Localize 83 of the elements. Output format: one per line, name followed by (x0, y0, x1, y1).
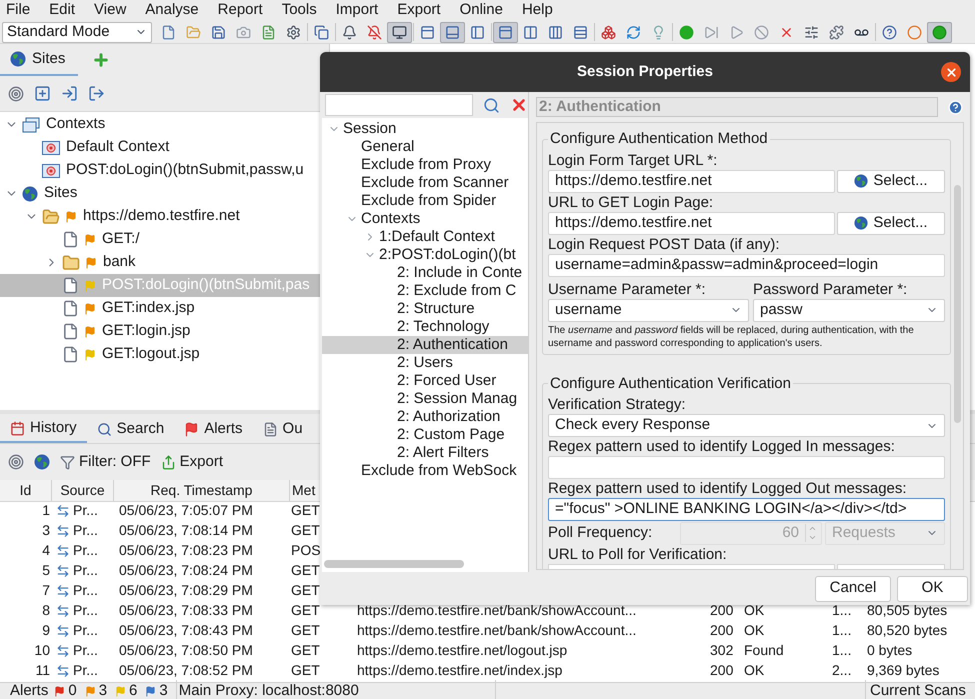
table-cell-text: 10 (33, 641, 51, 660)
table-cell: Pr... (52, 580, 114, 601)
table-cell-text: GET (290, 521, 321, 540)
table-cell-text: 9 (41, 621, 51, 640)
tab-label: Sites (32, 48, 66, 69)
table-cell-text: 200 (710, 601, 734, 620)
table-cell-text: 2... (832, 661, 852, 680)
table-cell-text: 0 bytes (867, 641, 914, 660)
table-cell-text: OK (744, 601, 766, 620)
table-cell-text: GET (290, 601, 321, 620)
table-cell-text: GET (290, 581, 321, 600)
table-cell-text: 05/06/23, 7:08:33 PM (118, 601, 254, 620)
field-label: Regex pattern used to identify Logged In messages: (548, 437, 896, 456)
table-cell-text: OK (744, 661, 766, 680)
field-label: Login Request POST Data (if any): (548, 234, 781, 254)
table-cell-text: GET (290, 641, 321, 660)
table-cell: Pr... (52, 520, 114, 541)
table-cell-text: 80,505 bytes (867, 601, 948, 620)
group-title: Configure Authentication Method (549, 129, 769, 149)
table-cell-text: GET (290, 561, 321, 580)
table-cell-text: https://demo.testfire.net/logout.jsp (356, 641, 568, 660)
table-cell-text: POS (290, 541, 322, 560)
proxy-status: Main Proxy: localhost:8080 (176, 680, 496, 699)
table-cell-text: 05/06/23, 7:05:07 PM (118, 501, 254, 520)
field-label: Username Parameter *: (548, 280, 707, 298)
page-title: 2: Authentication (536, 97, 938, 117)
alert-count: 6 (129, 680, 138, 699)
field-label: Poll Frequency: (548, 522, 654, 543)
table-cell-text: https://demo.testfire.net/bank/showAccount... (356, 621, 638, 640)
group-title: Configure Authentication Verification (549, 374, 792, 394)
tab-label: Alerts (204, 418, 243, 439)
table-cell-text: 4 (41, 541, 51, 560)
table-cell-text: 05/06/23, 7:08:23 PM (118, 541, 254, 560)
table-cell-text: https://demo.testfire.net/index.jsp (356, 661, 564, 680)
field-label: Verification Strategy: (548, 395, 687, 414)
table-cell-text: 3 (41, 521, 51, 540)
alert-count: 3 (159, 680, 168, 699)
note-text: The username and password fields will be replaced, during authentication, with the username and password corresponding to application's users. (548, 324, 915, 350)
table-cell-text: 1 (41, 501, 51, 520)
field-label: URL to GET Login Page: (548, 192, 714, 212)
table-cell: Pr... (52, 660, 114, 681)
table-cell-text: 05/06/23, 7:08:24 PM (118, 561, 254, 580)
table-cell-text: 9,369 bytes (867, 661, 940, 680)
table-cell-text: 80,520 bytes (867, 621, 948, 640)
tab-label: Search (116, 418, 164, 439)
table-cell-text: 5 (41, 561, 51, 580)
table-cell-text: 05/06/23, 7:08:14 PM (118, 521, 254, 540)
table-cell: Pr... (52, 540, 114, 561)
table-cell-text: GET (290, 621, 321, 640)
alert-count: 3 (98, 680, 108, 699)
table-cell-text: GET (290, 501, 321, 520)
table-cell-text: 05/06/23, 7:08:52 PM (118, 661, 254, 680)
table-cell-text: 1... (832, 641, 852, 660)
table-cell-text: 200 (710, 661, 734, 680)
scans-status: Current Scans (865, 680, 975, 699)
status-label: Alerts (9, 680, 50, 699)
alert-count: 0 (68, 680, 77, 699)
table-cell: Pr... (52, 560, 114, 581)
table-cell-text: 7 (41, 581, 51, 600)
table-cell-text: 05/06/23, 7:08:50 PM (118, 641, 254, 660)
table-cell-text: https://demo.testfire.net/bank/showAccount... (356, 601, 638, 620)
field-label: URL to Poll for Verification: (548, 545, 728, 564)
table-cell-text: 200 (710, 621, 734, 640)
field-label: Login Form Target URL *: (548, 150, 718, 170)
table-cell: Pr... (52, 500, 114, 521)
table-cell-text: Found (744, 641, 785, 660)
dialog-title: Session Properties (577, 62, 713, 82)
table-cell: Pr... (52, 620, 114, 641)
table-cell-text: 05/06/23, 7:08:29 PM (118, 581, 254, 600)
tab-label: Ou (282, 418, 303, 439)
table-cell-text: 11 (34, 661, 51, 680)
table-cell-text: GET (290, 661, 321, 680)
table-cell-text: 05/06/23, 7:08:43 PM (118, 621, 254, 640)
table-cell-text: OK (744, 621, 766, 640)
table-cell-text: 1... (832, 601, 852, 620)
table-cell-text: 302 (710, 641, 734, 660)
tab-label: History (30, 418, 77, 438)
field-label: Regex pattern used to identify Logged Out messages: (548, 479, 908, 498)
table-cell-text: 1... (832, 621, 852, 640)
table-cell-text: 8 (41, 601, 51, 620)
table-cell: Pr... (52, 640, 114, 661)
field-label: Password Parameter *: (753, 280, 908, 298)
table-cell: Pr... (52, 600, 114, 621)
